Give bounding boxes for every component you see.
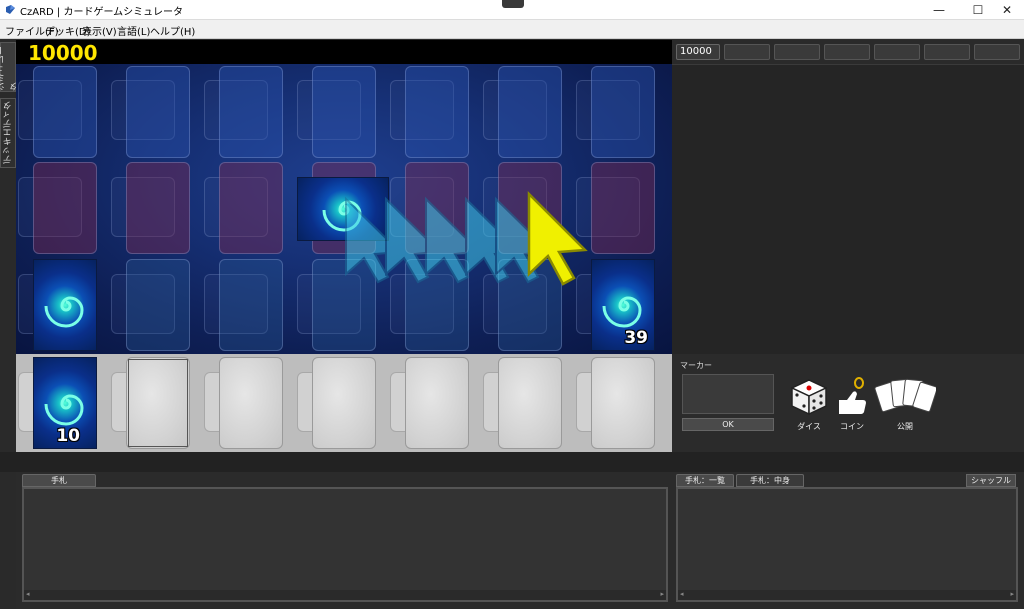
field-zone[interactable]: [591, 357, 655, 449]
empty-card-slot[interactable]: [128, 359, 188, 447]
player-life[interactable]: 10000: [28, 41, 98, 65]
minimize-button[interactable]: —: [922, 0, 956, 20]
player-zone-row: 10: [16, 354, 672, 452]
tab-hand-list[interactable]: 手札：一覧: [676, 474, 734, 487]
coin-button[interactable]: コイン: [827, 376, 877, 432]
marker-label: マーカー: [680, 361, 712, 370]
opponent-panel: 10000: [672, 40, 1024, 354]
tab-hand-contents[interactable]: 手札：中身: [736, 474, 804, 487]
counter-slot[interactable]: [774, 44, 820, 60]
field-zone[interactable]: [126, 162, 190, 254]
counter-slot[interactable]: [724, 44, 770, 60]
horizontal-scrollbar[interactable]: ◂ ▸: [678, 590, 1016, 600]
deck-count: 10: [56, 426, 80, 446]
menu-view[interactable]: 表示(V): [82, 23, 117, 38]
marker-input[interactable]: [682, 374, 774, 414]
swirl-icon: [44, 296, 84, 328]
reveal-label: 公開: [897, 422, 913, 431]
deck-pile[interactable]: 39: [591, 259, 655, 351]
dice-icon: [790, 379, 828, 416]
scroll-left-icon[interactable]: ◂: [26, 590, 30, 598]
coin-label: コイン: [840, 422, 864, 431]
field-zone[interactable]: [219, 259, 283, 351]
card-preview-area: [672, 64, 1024, 354]
field-zone[interactable]: [219, 357, 283, 449]
field-zone[interactable]: [312, 357, 376, 449]
life-counter[interactable]: 10000: [676, 44, 720, 60]
field-zone[interactable]: [312, 66, 376, 158]
cursor-icon: [345, 190, 588, 286]
field-zone[interactable]: [33, 162, 97, 254]
counter-slot[interactable]: [874, 44, 920, 60]
field-zone[interactable]: [405, 357, 469, 449]
score-bar: 10000: [16, 40, 672, 65]
cards-icon: [874, 378, 936, 413]
app-icon: [6, 5, 15, 14]
coin-icon: [839, 377, 866, 414]
counter-slot[interactable]: [824, 44, 870, 60]
close-button[interactable]: ✕: [990, 0, 1024, 20]
tab-hand[interactable]: 手札: [22, 474, 96, 487]
side-tab-bar: シミュレータ デッキエディタ: [0, 40, 20, 609]
deck-pile[interactable]: 10: [33, 357, 97, 449]
title-bar: CzARD | カードゲームシミュレータ — ☐ ✕: [0, 0, 1024, 20]
reveal-button[interactable]: 公開: [872, 376, 938, 432]
scroll-right-icon[interactable]: ▸: [660, 590, 664, 598]
menu-language[interactable]: 言語(L): [117, 23, 150, 38]
tab-deck-editor[interactable]: デッキエディタ: [0, 98, 16, 168]
scroll-right-icon[interactable]: ▸: [1010, 590, 1014, 598]
scroll-left-icon[interactable]: ◂: [680, 590, 684, 598]
field-zone[interactable]: [498, 357, 562, 449]
field-zone[interactable]: [219, 66, 283, 158]
card-back[interactable]: [33, 259, 97, 351]
menu-bar: ファイル(F) デッキ(D) 表示(V) 言語(L) ヘルプ(H): [0, 20, 1024, 39]
window-title: CzARD | カードゲームシミュレータ: [20, 7, 183, 18]
counter-slot[interactable]: [974, 44, 1020, 60]
field-zone[interactable]: [405, 66, 469, 158]
hand-area[interactable]: ◂ ▸: [22, 487, 668, 602]
deck-count: 39: [624, 328, 648, 348]
field-zone[interactable]: [591, 66, 655, 158]
play-field: 39: [16, 64, 672, 354]
hand-list-area[interactable]: ◂ ▸: [676, 487, 1018, 602]
marker-ok-button[interactable]: OK: [682, 418, 774, 431]
field-zone[interactable]: [219, 162, 283, 254]
hand-list-panel: 手札：一覧 手札：中身 シャッフル ◂ ▸: [672, 472, 1024, 609]
hand-panel: 手札 ◂ ▸: [16, 472, 672, 609]
horizontal-scrollbar[interactable]: ◂ ▸: [24, 590, 666, 600]
divider: [0, 452, 1024, 472]
field-zone[interactable]: [591, 162, 655, 254]
tools-panel: マーカー OK ダイス コイン 公開: [672, 354, 1024, 452]
tab-simulator[interactable]: シミュレータ: [0, 42, 20, 92]
drag-handle[interactable]: [502, 0, 524, 8]
field-zone[interactable]: [126, 66, 190, 158]
counter-slot[interactable]: [924, 44, 970, 60]
field-zone[interactable]: [126, 259, 190, 351]
field-zone[interactable]: [33, 66, 97, 158]
menu-help[interactable]: ヘルプ(H): [150, 23, 195, 38]
shuffle-button[interactable]: シャッフル: [966, 474, 1016, 487]
field-zone[interactable]: [498, 66, 562, 158]
